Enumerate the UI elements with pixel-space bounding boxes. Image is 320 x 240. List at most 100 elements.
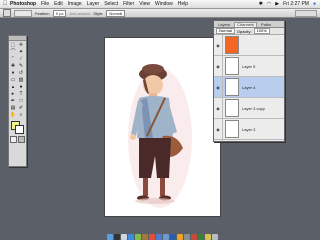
crop-tool-icon[interactable]: ⌜ [9, 55, 17, 62]
eye-icon[interactable]: ◉ [214, 98, 223, 118]
background-color-swatch[interactable] [15, 125, 24, 134]
eraser-tool-icon[interactable]: ▭ [9, 76, 17, 83]
tool-preset-icon[interactable] [3, 9, 11, 17]
notes-tool-icon[interactable]: ▤ [9, 104, 17, 111]
palette-well[interactable] [295, 9, 317, 17]
tab-paths[interactable]: Paths [259, 22, 273, 27]
bluetooth-icon[interactable]: ✱ [259, 1, 263, 7]
selection-mode-icons[interactable] [14, 9, 32, 17]
menu-edit[interactable]: Edit [54, 1, 63, 7]
layer-thumbnail [225, 57, 239, 75]
toolbox: ⬚ ✛ ⌒ ✦ ⌜ ∕ ✚ ✎ ♦ ↺ ▭ ▧ ▴ ● ▸ T ✒ □ ▤ ✐ … [8, 35, 27, 167]
zoom-tool-icon[interactable]: ⌕ [17, 111, 25, 118]
mail-icon[interactable] [120, 233, 127, 240]
clock[interactable]: Fri 2:27 PM [283, 1, 309, 7]
apple-menu-icon[interactable]:  [0, 1, 10, 7]
opacity-input[interactable]: 100% [253, 28, 270, 34]
app-icon[interactable] [204, 233, 211, 240]
dodge-tool-icon[interactable]: ● [17, 83, 25, 90]
marquee-tool-icon[interactable]: ⬚ [9, 41, 17, 48]
menu-filter[interactable]: Filter [123, 1, 134, 7]
layer-row[interactable]: ◉ [214, 140, 284, 142]
pen-tool-icon[interactable]: ✒ [9, 97, 17, 104]
eye-icon[interactable]: ◉ [214, 119, 223, 139]
menu-view[interactable]: View [139, 1, 150, 7]
layer-thumbnail [225, 99, 239, 117]
trash-icon[interactable] [211, 233, 218, 240]
lasso-tool-icon[interactable]: ⌒ [9, 48, 17, 55]
layers-panel-tabs: Layers Channels Paths [214, 21, 284, 28]
layer-name: Layer 3 copy [242, 105, 265, 111]
dock [92, 233, 232, 240]
wifi-icon[interactable]: ◠ [267, 1, 271, 7]
history-brush-tool-icon[interactable]: ↺ [17, 69, 25, 76]
layer-thumbnail [225, 78, 239, 96]
app-icon[interactable] [197, 233, 204, 240]
layer-name: Layer 4 [242, 84, 256, 90]
menu-layer[interactable]: Layer [87, 1, 100, 7]
eye-icon[interactable]: ◉ [214, 77, 223, 97]
menu-window[interactable]: Window [155, 1, 173, 7]
menu-image[interactable]: Image [68, 1, 82, 7]
layer-thumbnail [225, 120, 239, 138]
search-icon[interactable]: ● [313, 1, 316, 7]
slice-tool-icon[interactable]: ∕ [17, 55, 25, 62]
clone-stamp-tool-icon[interactable]: ♦ [9, 69, 17, 76]
healing-brush-tool-icon[interactable]: ✚ [9, 62, 17, 69]
layer-row[interactable]: ◉ Layer 3 [214, 119, 284, 140]
path-selection-tool-icon[interactable]: ▸ [9, 90, 17, 97]
eye-icon[interactable]: ◉ [214, 56, 223, 76]
layer-row[interactable]: ◉ [214, 35, 284, 56]
brush-tool-icon[interactable]: ✎ [17, 62, 25, 69]
feather-input[interactable]: 0 px [52, 9, 67, 17]
ical-icon[interactable] [148, 233, 155, 240]
layer-row[interactable]: ◉ Layer 5 [214, 56, 284, 77]
menu-file[interactable]: File [41, 1, 49, 7]
menu-bar:  Photoshop File Edit Image Layer Select… [0, 0, 320, 9]
magic-wand-tool-icon[interactable]: ✦ [17, 48, 25, 55]
blend-mode-select[interactable]: Normal [216, 28, 235, 34]
quick-mask-off-icon[interactable] [9, 136, 17, 143]
safari-icon[interactable] [127, 233, 134, 240]
layer-name: Layer 3 [242, 126, 256, 132]
finder-icon[interactable] [106, 233, 113, 240]
type-tool-icon[interactable]: T [17, 90, 25, 97]
itunes-icon[interactable] [155, 233, 162, 240]
color-swatches [9, 120, 26, 134]
boy-illustration [128, 64, 192, 208]
layers-panel: Layers Channels Paths Normal Opacity: 10… [213, 20, 285, 142]
illustrator-icon[interactable] [176, 233, 183, 240]
layer-row-selected[interactable]: ◉ Layer 4 [214, 77, 284, 98]
menu-select[interactable]: Select [104, 1, 118, 7]
layer-thumbnail [225, 36, 239, 54]
tab-layers[interactable]: Layers [216, 22, 232, 27]
quick-mask-on-icon[interactable] [18, 136, 26, 143]
photoshop-icon[interactable] [169, 233, 176, 240]
feather-label: Feather: [35, 10, 50, 16]
eye-icon[interactable]: ◉ [214, 35, 223, 55]
layer-thumbnail [225, 141, 239, 142]
system-preferences-icon[interactable] [183, 233, 190, 240]
antialias-checkbox[interactable]: Anti-aliased [69, 11, 90, 16]
app-icon[interactable] [190, 233, 197, 240]
style-select[interactable]: Normal [106, 9, 126, 17]
app-menu[interactable]: Photoshop [10, 1, 36, 7]
dashboard-icon[interactable] [113, 233, 120, 240]
hand-tool-icon[interactable]: ✋ [9, 111, 17, 118]
style-label: Style: [93, 10, 104, 16]
menu-help[interactable]: Help [178, 1, 188, 7]
shape-tool-icon[interactable]: □ [17, 97, 25, 104]
ichat-icon[interactable] [134, 233, 141, 240]
eye-icon[interactable]: ◉ [214, 140, 223, 141]
menu-extras: ✱ ◠ ▶ Fri 2:27 PM ● [259, 0, 316, 8]
document-canvas[interactable] [105, 38, 220, 216]
move-tool-icon[interactable]: ✛ [17, 41, 25, 48]
iphoto-icon[interactable] [162, 233, 169, 240]
eyedropper-tool-icon[interactable]: ✐ [17, 104, 25, 111]
volume-icon[interactable]: ▶ [275, 1, 279, 7]
blur-tool-icon[interactable]: ▴ [9, 83, 17, 90]
tab-channels[interactable]: Channels [234, 21, 257, 27]
gradient-tool-icon[interactable]: ▧ [17, 76, 25, 83]
address-book-icon[interactable] [141, 233, 148, 240]
layer-row[interactable]: ◉ Layer 3 copy [214, 98, 284, 119]
